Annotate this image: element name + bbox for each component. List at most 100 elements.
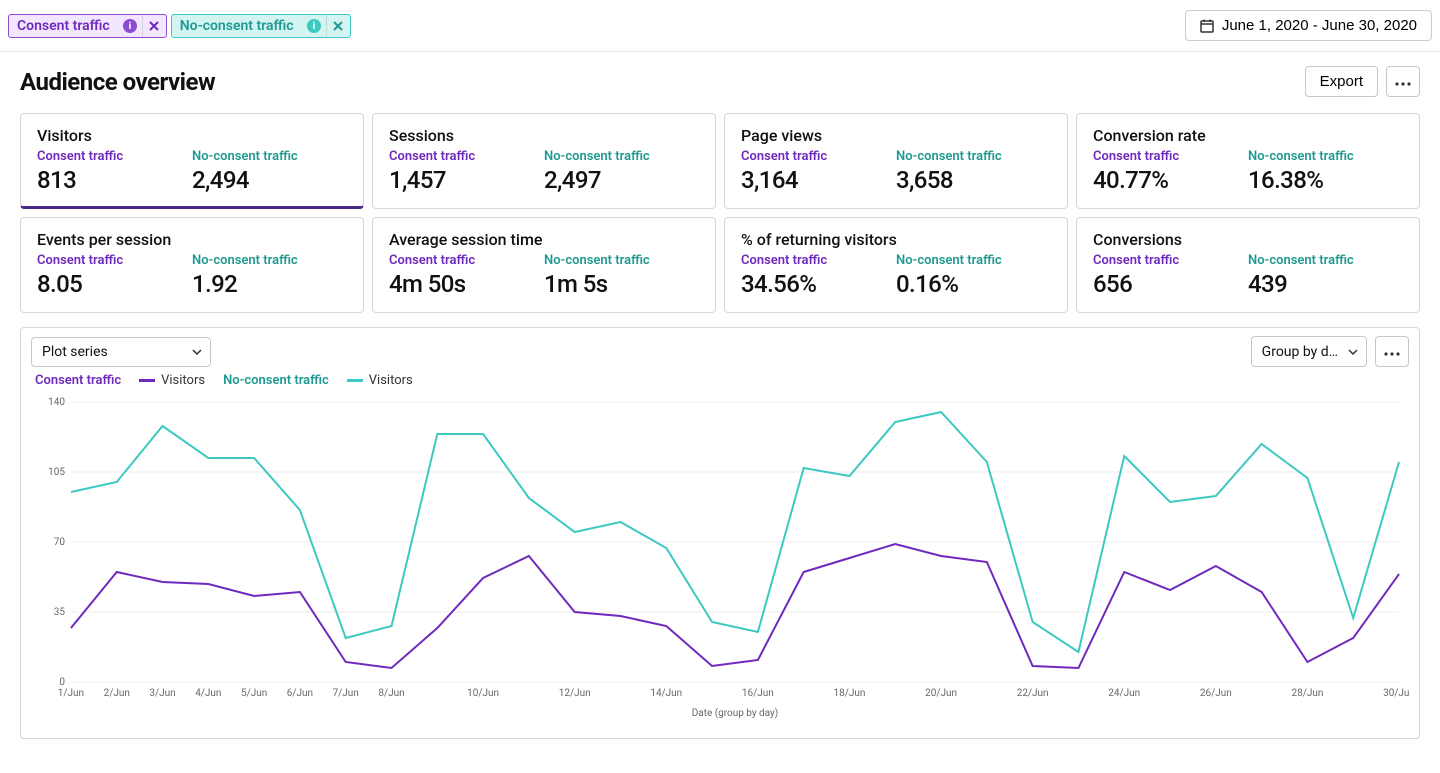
metric-label-consent: Consent traffic: [389, 149, 544, 164]
card-title: Page views: [741, 126, 1051, 145]
close-icon[interactable]: [142, 15, 166, 37]
svg-text:7/Jun: 7/Jun: [333, 688, 359, 699]
metric-label-consent: Consent traffic: [37, 149, 192, 164]
metric-value-noconsent: 2,497: [544, 166, 699, 194]
metric-value-consent: 656: [1093, 270, 1248, 298]
metric-label-noconsent: No-consent traffic: [544, 253, 699, 268]
metric-value-noconsent: 1.92: [192, 270, 347, 298]
svg-text:10/Jun: 10/Jun: [467, 688, 499, 699]
metric-value-noconsent: 3,658: [896, 166, 1051, 194]
card-title: Events per session: [37, 230, 347, 249]
legend-noconsent-segment: No-consent traffic: [223, 373, 329, 388]
metric-label-consent: Consent traffic: [741, 149, 896, 164]
metric-card-visitors[interactable]: Visitors Consent traffic 813 No-consent …: [20, 113, 364, 209]
metric-card-events-per-session[interactable]: Events per session Consent traffic 8.05 …: [20, 217, 364, 313]
chart-more-button[interactable]: [1375, 336, 1409, 367]
metric-label-noconsent: No-consent traffic: [1248, 253, 1403, 268]
svg-text:1/Jun: 1/Jun: [58, 688, 84, 699]
metric-label-noconsent: No-consent traffic: [192, 149, 347, 164]
info-icon[interactable]: i: [118, 15, 142, 37]
export-button[interactable]: Export: [1305, 66, 1378, 97]
metric-card-average-session-time[interactable]: Average session time Consent traffic 4m …: [372, 217, 716, 313]
svg-text:70: 70: [54, 537, 66, 548]
date-range-text: June 1, 2020 - June 30, 2020: [1222, 17, 1417, 34]
metric-value-consent: 8.05: [37, 270, 192, 298]
svg-text:i: i: [128, 21, 131, 32]
svg-text:16/Jun: 16/Jun: [742, 688, 774, 699]
legend-swatch-noconsent: [347, 379, 363, 382]
filter-consent-label: Consent traffic: [9, 18, 118, 34]
svg-text:24/Jun: 24/Jun: [1108, 688, 1140, 699]
metric-label-noconsent: No-consent traffic: [192, 253, 347, 268]
date-range-button[interactable]: June 1, 2020 - June 30, 2020: [1185, 10, 1432, 41]
info-icon[interactable]: i: [302, 15, 326, 37]
svg-text:18/Jun: 18/Jun: [834, 688, 866, 699]
card-title: Visitors: [37, 126, 347, 145]
svg-text:12/Jun: 12/Jun: [559, 688, 591, 699]
metric-value-consent: 4m 50s: [389, 270, 544, 298]
svg-text:28/Jun: 28/Jun: [1291, 688, 1323, 699]
svg-text:26/Jun: 26/Jun: [1200, 688, 1232, 699]
filter-consent[interactable]: Consent traffic i: [8, 14, 167, 38]
card-title: % of returning visitors: [741, 230, 1051, 249]
filter-noconsent[interactable]: No-consent traffic i: [171, 14, 351, 38]
metric-value-noconsent: 0.16%: [896, 270, 1051, 298]
metric-value-consent: 1,457: [389, 166, 544, 194]
metric-card-conversions[interactable]: Conversions Consent traffic 656 No-conse…: [1076, 217, 1420, 313]
metric-value-consent: 3,164: [741, 166, 896, 194]
dots-icon: [1395, 82, 1411, 86]
chevron-down-icon: [1348, 349, 1358, 355]
metric-label-consent: Consent traffic: [1093, 253, 1248, 268]
card-title: Sessions: [389, 126, 699, 145]
metric-label-consent: Consent traffic: [1093, 149, 1248, 164]
metric-value-consent: 813: [37, 166, 192, 194]
metric-label-consent: Consent traffic: [741, 253, 896, 268]
svg-text:i: i: [312, 21, 315, 32]
svg-text:35: 35: [54, 607, 66, 618]
metric-value-noconsent: 2,494: [192, 166, 347, 194]
metric-card--of-returning-visitors[interactable]: % of returning visitors Consent traffic …: [724, 217, 1068, 313]
group-by-select[interactable]: Group by d…: [1251, 336, 1367, 367]
svg-text:22/Jun: 22/Jun: [1017, 688, 1049, 699]
plot-series-select[interactable]: Plot series: [31, 337, 211, 367]
calendar-icon: [1200, 19, 1214, 33]
svg-text:6/Jun: 6/Jun: [287, 688, 313, 699]
metric-label-noconsent: No-consent traffic: [544, 149, 699, 164]
svg-text:8/Jun: 8/Jun: [378, 688, 404, 699]
metric-card-sessions[interactable]: Sessions Consent traffic 1,457 No-consen…: [372, 113, 716, 209]
svg-text:0: 0: [59, 677, 65, 688]
legend-swatch-consent: [139, 379, 155, 382]
svg-text:30/Jun: 30/Jun: [1383, 688, 1409, 699]
metric-label-noconsent: No-consent traffic: [896, 149, 1051, 164]
card-title: Conversions: [1093, 230, 1403, 249]
metric-value-noconsent: 1m 5s: [544, 270, 699, 298]
more-button[interactable]: [1386, 66, 1420, 97]
svg-text:Date (group by day): Date (group by day): [692, 707, 778, 719]
metric-card-page-views[interactable]: Page views Consent traffic 3,164 No-cons…: [724, 113, 1068, 209]
metric-value-noconsent: 16.38%: [1248, 166, 1403, 194]
legend-consent-segment: Consent traffic: [35, 373, 121, 388]
chevron-down-icon: [192, 349, 202, 355]
metric-label-noconsent: No-consent traffic: [896, 253, 1051, 268]
card-title: Conversion rate: [1093, 126, 1403, 145]
chart-legend: Consent traffic Visitors No-consent traf…: [31, 373, 1409, 388]
svg-text:4/Jun: 4/Jun: [195, 688, 221, 699]
metric-value-consent: 34.56%: [741, 270, 896, 298]
metric-label-noconsent: No-consent traffic: [1248, 149, 1403, 164]
svg-text:14/Jun: 14/Jun: [650, 688, 682, 699]
metric-label-consent: Consent traffic: [389, 253, 544, 268]
visitors-chart: 035701051401/Jun2/Jun3/Jun4/Jun5/Jun6/Ju…: [31, 392, 1409, 722]
filter-noconsent-label: No-consent traffic: [172, 18, 302, 34]
svg-text:105: 105: [48, 467, 65, 478]
card-title: Average session time: [389, 230, 699, 249]
metric-label-consent: Consent traffic: [37, 253, 192, 268]
metric-value-noconsent: 439: [1248, 270, 1403, 298]
svg-text:5/Jun: 5/Jun: [241, 688, 267, 699]
page-title: Audience overview: [20, 68, 215, 96]
close-icon[interactable]: [326, 15, 350, 37]
metric-value-consent: 40.77%: [1093, 166, 1248, 194]
svg-text:3/Jun: 3/Jun: [149, 688, 175, 699]
svg-text:2/Jun: 2/Jun: [104, 688, 130, 699]
dots-icon: [1384, 352, 1400, 356]
metric-card-conversion-rate[interactable]: Conversion rate Consent traffic 40.77% N…: [1076, 113, 1420, 209]
